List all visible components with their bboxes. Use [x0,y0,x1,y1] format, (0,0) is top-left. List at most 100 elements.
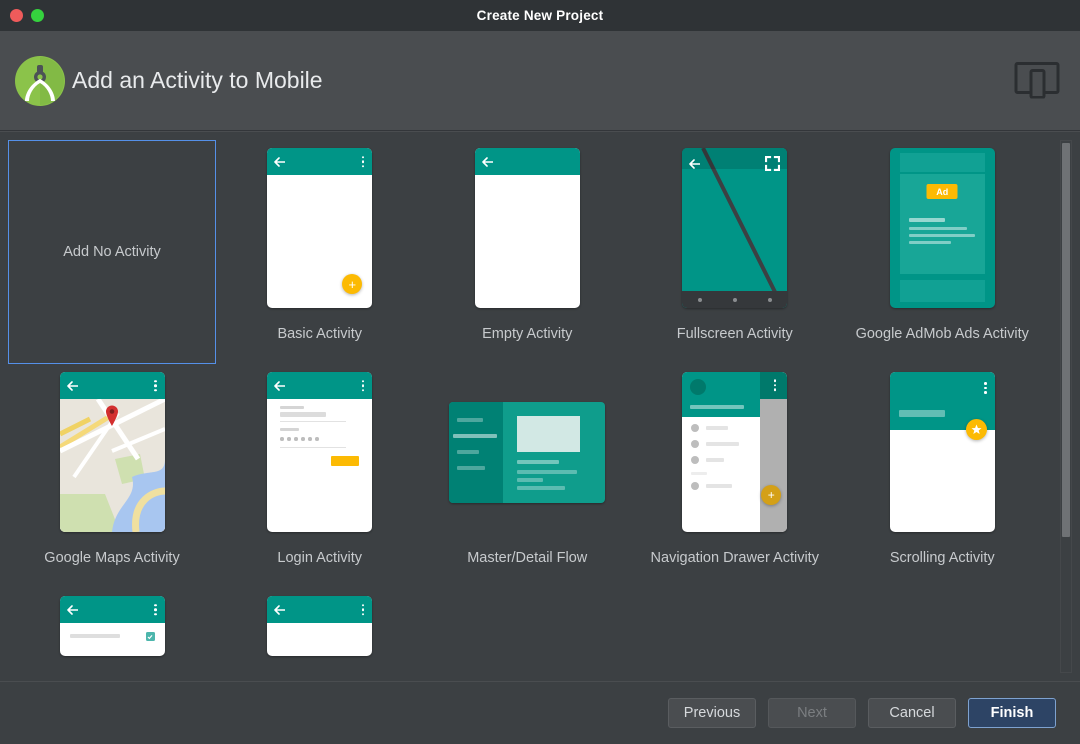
gallery-viewport: Add No Activity + Basic Activity Empty A… [0,132,1054,681]
phone-login-thumbnail [267,372,373,532]
no-activity-tile[interactable]: Add No Activity [8,140,216,364]
overflow-menu-icon [361,155,365,168]
finish-button[interactable]: Finish [968,697,1056,728]
drawer-item-icon [691,482,700,490]
thumbnail-container [8,596,216,656]
drawer-item-icon [691,440,700,448]
template-label: Add No Activity [63,244,161,260]
floating-action-button-star [965,419,987,440]
email-field-label [280,406,305,409]
overflow-menu-icon [154,379,157,392]
setting-label-line [69,634,120,638]
gallery-scrollbar[interactable] [1060,140,1072,673]
app-bar [267,148,373,175]
template-card-tabbed-activity[interactable] [216,588,424,656]
phone-nav-drawer-thumbnail: + [682,372,788,532]
thumbnail-container [424,372,632,532]
checkbox-icon [145,632,155,641]
phone-plain-partial-thumbnail [267,596,373,656]
drawer-item-icon [691,456,700,464]
detail-title-line [517,459,560,464]
thumbnail-container: + [216,148,424,308]
cancel-button[interactable]: Cancel [868,697,956,728]
email-field-underline [280,421,347,422]
overflow-menu-icon [361,379,365,392]
text-line [908,218,945,222]
email-field-value [280,412,327,417]
password-field-label [280,428,300,431]
password-field-dots [280,437,319,441]
app-bar-behind-drawer [760,372,788,399]
expand-fullscreen-icon [765,156,781,171]
back-arrow-icon [66,604,78,615]
ad-badge: Ad [926,184,958,199]
template-label: Google AdMob Ads Activity [855,326,1029,342]
maximize-icon[interactable] [31,9,44,22]
text-line [908,241,951,244]
back-arrow-icon [274,604,286,615]
tablet-and-phone-icon [1014,59,1060,104]
fullscreen-teal-shape [682,148,788,308]
password-field-underline [280,447,347,448]
template-label: Basic Activity [277,326,363,342]
next-button: Next [768,697,856,728]
template-label: Empty Activity [482,326,573,342]
overflow-menu-icon [984,382,987,394]
template-label: Scrolling Activity [889,550,995,566]
template-card-scrolling-activity[interactable]: Scrolling Activity [839,364,1047,588]
template-label: Login Activity [277,550,363,566]
star-icon [971,424,982,434]
top-banner-strip [899,153,985,172]
template-label: Master/Detail Flow [467,550,588,566]
page-title: Add an Activity to Mobile [72,67,323,93]
back-arrow-icon [481,156,493,167]
thumbnail-container [631,148,839,308]
map-pin-icon [106,405,118,426]
wizard-footer: Previous Next Cancel Finish [0,681,1080,743]
app-bar [474,148,580,175]
phone-map-thumbnail [59,372,165,532]
template-card-basic-activity[interactable]: + Basic Activity [216,140,424,364]
template-card-admob-activity[interactable]: Ad Google AdMob Ads Activity [839,140,1047,364]
list-item-line [457,417,484,422]
previous-button[interactable]: Previous [668,697,756,728]
template-card-no-activity[interactable]: Add No Activity [8,140,216,364]
template-card-settings-activity[interactable] [8,588,216,656]
template-card-nav-drawer-activity[interactable]: + Navigation Drawer Activity [631,364,839,588]
template-gallery[interactable]: Add No Activity + Basic Activity Empty A… [0,131,1080,681]
overflow-menu-icon [154,603,157,616]
thumbnail-container [216,372,424,532]
template-card-login-activity[interactable]: Login Activity [216,364,424,588]
phone-fab-plus-thumbnail: + [267,148,373,308]
back-arrow-icon [274,380,286,391]
template-label: Google Maps Activity [44,550,180,566]
template-card-empty-activity[interactable]: Empty Activity [424,140,632,364]
system-navigation-bar [682,291,788,308]
template-card-fullscreen-activity[interactable]: Fullscreen Activity [631,140,839,364]
drawer-item-label [706,484,733,488]
window-titlebar: Create New Project [0,0,1080,31]
floating-action-button-plus: + [342,274,363,294]
drawer-item-label [706,458,725,462]
drawer-section-divider [691,472,708,475]
close-icon[interactable] [10,9,23,22]
template-label: Navigation Drawer Activity [650,550,819,566]
drawer-header-subtitle [690,405,745,409]
drawer-item-icon [691,424,700,432]
thumbnail-container: Ad [839,148,1047,308]
thumbnail-container [839,372,1047,532]
drawer-item-label [706,426,729,430]
thumbnail-container [424,148,632,308]
phone-checkbox-partial-thumbnail [59,596,165,656]
back-arrow-icon [66,380,78,391]
app-bar [267,372,373,399]
template-card-master-detail-flow[interactable]: Master/Detail Flow [424,364,632,588]
phone-fullscreen-thumbnail [682,148,788,308]
sign-in-button [331,456,360,466]
detail-body-line [517,469,578,474]
scrollbar-thumb[interactable] [1062,143,1070,537]
app-bar [59,372,165,399]
text-line [908,227,967,230]
template-card-maps-activity[interactable]: Google Maps Activity [8,364,216,588]
toolbar-title-placeholder [898,410,945,417]
